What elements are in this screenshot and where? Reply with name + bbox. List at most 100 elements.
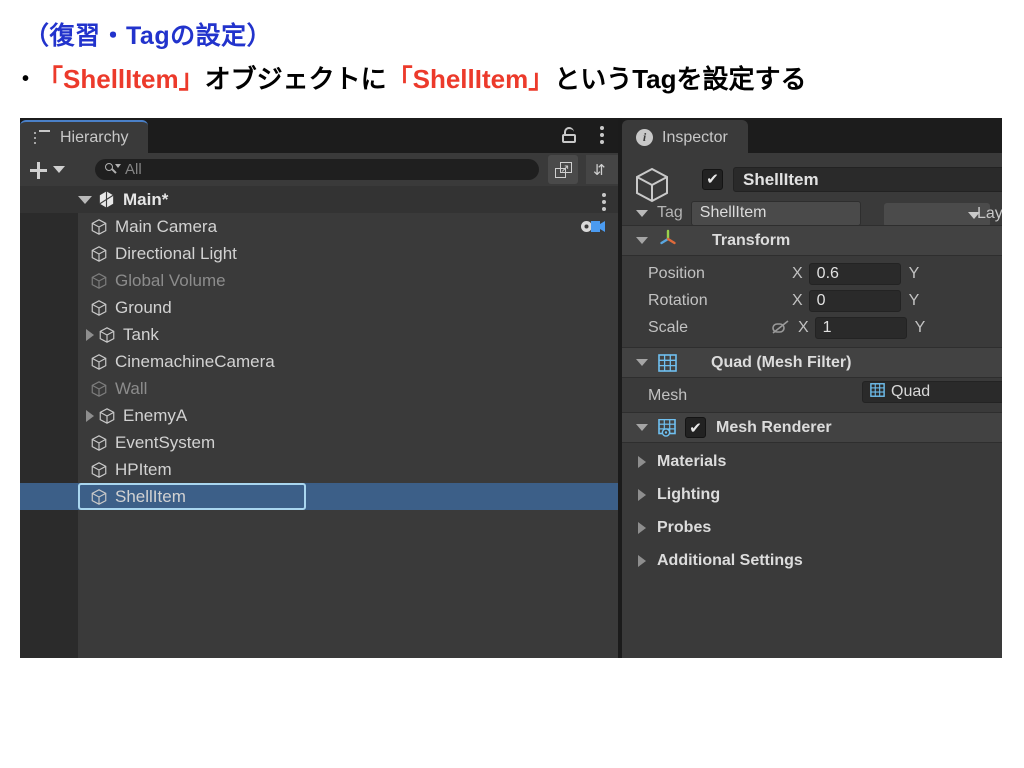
- camera-preview-icon[interactable]: [580, 218, 606, 235]
- component-title-transform: Transform: [712, 231, 791, 249]
- hierarchy-item-cinemachinecamera[interactable]: CinemachineCamera: [20, 348, 618, 375]
- position-y-axis-label: Y: [908, 264, 920, 282]
- hierarchy-item-shellitem[interactable]: ShellItem: [20, 483, 618, 510]
- position-x-input[interactable]: 0.6: [808, 262, 901, 285]
- gameobject-cube-icon: [90, 272, 108, 290]
- foldout-label: Additional Settings: [657, 551, 803, 569]
- chevron-right-icon: [638, 521, 646, 534]
- gameobject-name-field[interactable]: ShellItem: [733, 167, 1002, 192]
- gameobject-cube-icon: [90, 353, 108, 371]
- gameobject-enabled-checkbox[interactable]: ✔: [702, 169, 723, 190]
- hierarchy-item-enemya[interactable]: EnemyA: [20, 402, 618, 429]
- hierarchy-item-label: Ground: [115, 297, 172, 317]
- foldout-materials[interactable]: Materials: [622, 445, 1002, 478]
- hierarchy-item-label: ShellItem: [115, 486, 186, 506]
- tag-dropdown[interactable]: ShellItem: [690, 200, 861, 226]
- chevron-down-icon: [636, 424, 648, 431]
- link-off-icon[interactable]: [770, 320, 792, 335]
- transform-axis-icon: [658, 228, 678, 253]
- mesh-filter-body: Mesh Quad: [622, 378, 1002, 412]
- hierarchy-item-label: EnemyA: [123, 405, 188, 425]
- chevron-down-icon: [636, 237, 648, 244]
- hierarchy-item-tank[interactable]: Tank: [20, 321, 618, 348]
- foldout-lighting[interactable]: Lighting: [622, 478, 1002, 511]
- hierarchy-toolbar: All ↗ ⇵: [20, 153, 618, 186]
- component-header-mesh-renderer[interactable]: ✔ Mesh Renderer: [622, 412, 1002, 443]
- mesh-icon: [870, 382, 885, 402]
- gameobject-cube-icon: [90, 488, 108, 506]
- layer-dropdown[interactable]: [884, 203, 990, 227]
- mesh-renderer-foldout-list: Materials Lighting Probes Additional Settin…: [622, 445, 1002, 577]
- hierarchy-item-label: CinemachineCamera: [115, 351, 275, 371]
- foldout-probes[interactable]: Probes: [622, 511, 1002, 544]
- info-icon: i: [636, 129, 653, 146]
- hierarchy-item-label: Main*: [123, 189, 169, 209]
- hierarchy-item-eventsystem[interactable]: EventSystem: [20, 429, 618, 456]
- search-icon: [105, 163, 121, 176]
- foldout-additional-settings[interactable]: Additional Settings: [622, 544, 1002, 577]
- chevron-right-icon[interactable]: [86, 328, 94, 341]
- scale-x-value: 1: [822, 318, 832, 336]
- scale-y-axis-label: Y: [914, 318, 926, 336]
- chevron-right-icon: [638, 554, 646, 567]
- mesh-label: Mesh: [648, 386, 688, 404]
- scale-x-axis-label: X: [798, 318, 809, 336]
- chevron-right-icon[interactable]: [86, 409, 94, 422]
- rotation-label: Rotation: [648, 291, 708, 309]
- search-input[interactable]: All: [95, 159, 539, 180]
- page-title: （復習・Tagの設定）: [24, 22, 273, 50]
- hierarchy-row-kebab-menu-icon[interactable]: [602, 193, 606, 214]
- hierarchy-item-main-camera[interactable]: Main Camera: [20, 213, 618, 240]
- rotation-x-axis-label: X: [792, 291, 803, 309]
- add-gameobject-button[interactable]: [29, 161, 65, 179]
- tag-expand-icon[interactable]: [636, 209, 648, 217]
- gameobject-cube-icon: [90, 299, 108, 317]
- tab-hierarchy[interactable]: Hierarchy: [20, 120, 149, 153]
- bullet-marker: •: [22, 68, 30, 90]
- mesh-renderer-enabled-checkbox[interactable]: ✔: [685, 417, 706, 438]
- rotation-y-axis-label: Y: [908, 291, 920, 309]
- hierarchy-item-label: HPItem: [115, 459, 172, 479]
- sort-icon[interactable]: ⇵: [586, 155, 618, 184]
- rotation-x-input[interactable]: 0: [808, 289, 901, 312]
- hierarchy-row-list: Main* Main Camera Directional Light Global …: [20, 186, 618, 510]
- lock-open-icon[interactable]: [562, 127, 576, 143]
- bullet-line: • 「ShellItem」オブジェクトに「ShellItem」というTagを設定す…: [22, 59, 807, 96]
- component-header-mesh-filter[interactable]: Quad (Mesh Filter): [622, 347, 1002, 378]
- chevron-right-icon: [638, 488, 646, 501]
- hierarchy-titlebar: Hierarchy: [20, 118, 618, 153]
- hierarchy-item-hpitem[interactable]: HPItem: [20, 456, 618, 483]
- hierarchy-tree[interactable]: Main* Main Camera Directional Light Global …: [20, 186, 618, 658]
- hierarchy-item-global-volume[interactable]: Global Volume: [20, 267, 618, 294]
- foldout-label: Materials: [657, 452, 727, 470]
- scale-label: Scale: [648, 318, 689, 336]
- tab-inspector[interactable]: i Inspector: [622, 120, 748, 153]
- mesh-object-field[interactable]: Quad: [862, 381, 1002, 403]
- hierarchy-item-wall[interactable]: Wall: [20, 375, 618, 402]
- bullet-part-2: オブジェクトに: [204, 64, 387, 94]
- inspector-object-header: ✔ ShellItem Tag ShellItem Lay: [622, 153, 1002, 279]
- hierarchy-item-directional-light[interactable]: Directional Light: [20, 240, 618, 267]
- pick-visibility-icon[interactable]: ↗: [548, 155, 578, 184]
- chevron-down-icon: [636, 359, 648, 366]
- gameobject-name-value: ShellItem: [743, 169, 819, 189]
- scale-x-input[interactable]: 1: [814, 316, 907, 339]
- gameobject-cube-icon: [98, 326, 116, 344]
- hierarchy-item-main[interactable]: Main*: [20, 186, 618, 213]
- bullet-part-1: 「ShellItem」: [37, 64, 205, 94]
- hierarchy-kebab-menu-icon[interactable]: [600, 126, 604, 147]
- component-header-transform[interactable]: Transform: [622, 225, 1002, 256]
- chevron-down-icon[interactable]: [78, 195, 92, 204]
- gameobject-cube-icon: [90, 434, 108, 452]
- foldout-label: Lighting: [657, 485, 721, 503]
- tag-label: Tag: [657, 204, 683, 221]
- position-label: Position: [648, 264, 705, 282]
- hierarchy-item-label: Tank: [123, 324, 159, 344]
- unity-editor-screenshot: Hierarchy All ↗ ⇵ Main* Main Camera Dire…: [20, 118, 1002, 658]
- position-x-value: 0.6: [816, 264, 839, 282]
- inspector-panel: i Inspector ✔ ShellItem Tag ShellItem La…: [622, 118, 1002, 658]
- hierarchy-item-label: Main Camera: [115, 216, 218, 236]
- position-x-axis-label: X: [792, 264, 803, 282]
- hierarchy-item-ground[interactable]: Ground: [20, 294, 618, 321]
- hierarchy-panel: Hierarchy All ↗ ⇵ Main* Main Camera Dire…: [20, 118, 618, 658]
